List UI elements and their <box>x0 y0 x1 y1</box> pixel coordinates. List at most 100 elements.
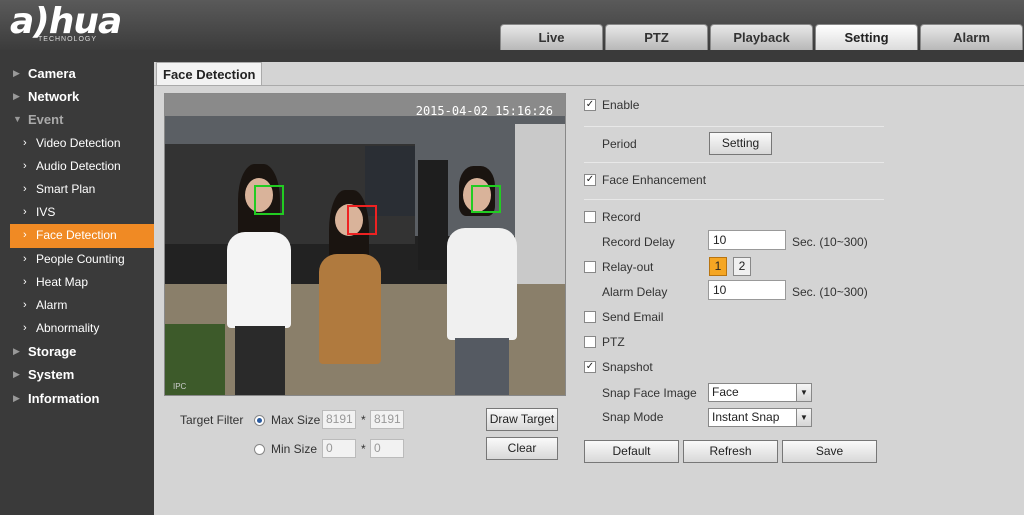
sidebar-subitem-label: People Counting <box>36 251 125 266</box>
refresh-button[interactable]: Refresh <box>683 440 778 463</box>
size-separator: * <box>361 413 366 427</box>
min-size-radio[interactable] <box>254 444 265 455</box>
clear-button[interactable]: Clear <box>486 437 558 460</box>
snap-mode-value: Instant Snap <box>712 410 780 424</box>
snap-face-image-select[interactable]: Face ▼ <box>708 383 812 402</box>
sidebar-item-network[interactable]: ▶ Network <box>0 85 154 108</box>
relay-out-2-button[interactable]: 2 <box>733 257 751 276</box>
snapshot-checkbox[interactable]: ✓ <box>584 361 596 373</box>
sidebar-item-event[interactable]: ▼ Event <box>0 108 154 131</box>
max-size-label: Max Size <box>271 413 321 427</box>
min-size-label: Min Size <box>271 442 318 456</box>
sidebar-subitem-audio-detection[interactable]: › Audio Detection <box>0 155 154 178</box>
face-detection-box <box>347 205 377 235</box>
sidebar-subitem-label: IVS <box>36 205 56 220</box>
chevron-right-icon: › <box>23 252 27 265</box>
face-enhancement-label: Face Enhancement <box>602 173 707 187</box>
chevron-right-icon: › <box>23 136 27 149</box>
sidebar-subitem-face-detection[interactable]: › Face Detection <box>10 224 154 248</box>
caret-right-icon: ▶ <box>13 392 20 403</box>
max-size-radio[interactable] <box>254 415 265 426</box>
sidebar-subitem-label: Video Detection <box>36 135 121 150</box>
chevron-right-icon: › <box>23 159 27 172</box>
dahua-logo: a)hua TECHNOLOGY <box>10 4 122 44</box>
face-detection-box <box>471 185 501 213</box>
sidebar-item-label: System <box>28 367 75 383</box>
face-enhancement-checkbox[interactable]: ✓ <box>584 174 596 186</box>
video-preview[interactable]: 2015-04-02 15:16:26 IPC <box>164 93 566 396</box>
chevron-right-icon: › <box>23 229 27 242</box>
sidebar-subitem-video-detection[interactable]: › Video Detection <box>0 132 154 155</box>
snap-face-image-label: Snap Face Image <box>602 386 697 400</box>
sidebar-subitem-people-counting[interactable]: › People Counting <box>0 248 154 271</box>
record-delay-range: Sec. (10~300) <box>792 235 868 249</box>
max-size-width-input[interactable]: 8191 <box>322 410 356 429</box>
sidebar-item-camera[interactable]: ▶ Camera <box>0 62 154 85</box>
tab-playback[interactable]: Playback <box>710 24 813 50</box>
sidebar-subitem-abnormality[interactable]: › Abnormality <box>0 317 154 340</box>
sidebar-item-label: Storage <box>28 344 77 360</box>
ptz-checkbox[interactable] <box>584 336 596 348</box>
settings-panel: ✓ Enable Period Setting ✓ Face Enhanceme… <box>584 62 1024 515</box>
save-button[interactable]: Save <box>782 440 877 463</box>
record-checkbox[interactable] <box>584 211 596 223</box>
snapshot-label: Snapshot <box>602 360 653 374</box>
chevron-right-icon: › <box>23 182 27 195</box>
max-size-height-input[interactable]: 8191 <box>370 410 404 429</box>
send-email-label: Send Email <box>602 310 664 324</box>
relay-out-checkbox[interactable] <box>584 261 596 273</box>
main-tabs: Live PTZ Playback Setting Alarm <box>500 24 1024 50</box>
enable-checkbox[interactable]: ✓ <box>584 99 596 111</box>
relay-out-1-button[interactable]: 1 <box>709 257 727 276</box>
caret-right-icon: ▶ <box>13 68 20 78</box>
alarm-delay-input[interactable]: 10 <box>708 280 786 300</box>
period-setting-button[interactable]: Setting <box>709 132 772 155</box>
caret-right-icon: ▶ <box>13 91 20 102</box>
draw-target-button[interactable]: Draw Target <box>486 408 558 431</box>
tab-alarm[interactable]: Alarm <box>920 24 1023 50</box>
send-email-checkbox[interactable] <box>584 311 596 323</box>
face-detection-box <box>254 185 284 215</box>
divider <box>584 126 884 127</box>
record-delay-input[interactable]: 10 <box>708 230 786 250</box>
chevron-right-icon: › <box>23 298 27 311</box>
min-size-width-input[interactable]: 0 <box>322 439 356 458</box>
sidebar-subitem-label: Face Detection <box>36 228 117 243</box>
sidebar-subitem-label: Abnormality <box>36 321 100 336</box>
tab-ptz[interactable]: PTZ <box>605 24 708 50</box>
chevron-right-icon: › <box>23 322 27 335</box>
divider <box>584 162 884 163</box>
sidebar-item-system[interactable]: ▶ System <box>0 363 154 386</box>
sidebar-item-label: Camera <box>28 66 76 81</box>
video-overlay-label: IPC <box>173 382 187 391</box>
sidebar-item-label: Network <box>28 89 80 105</box>
size-separator: * <box>361 442 366 456</box>
sidebar-subitem-ivs[interactable]: › IVS <box>0 201 154 224</box>
sidebar-subitem-alarm[interactable]: › Alarm <box>0 294 154 317</box>
sidebar-item-storage[interactable]: ▶ Storage <box>0 340 154 363</box>
snap-mode-select[interactable]: Instant Snap ▼ <box>708 408 812 427</box>
sidebar-subitem-label: Audio Detection <box>36 158 121 173</box>
tab-setting[interactable]: Setting <box>815 24 918 50</box>
snap-face-image-value: Face <box>712 385 739 399</box>
sidebar-subitem-label: Smart Plan <box>36 181 96 196</box>
chevron-right-icon: › <box>23 275 27 288</box>
sidebar-item-information[interactable]: ▶ Information <box>0 387 154 410</box>
sidebar-subitem-smart-plan[interactable]: › Smart Plan <box>0 178 154 201</box>
sidebar-subitem-heat-map[interactable]: › Heat Map <box>0 271 154 294</box>
caret-down-icon: ▼ <box>13 114 22 125</box>
content-panel: Face Detection 2015-04-02 15:16:26 IPC T… <box>154 62 1024 515</box>
snap-mode-label: Snap Mode <box>602 410 664 424</box>
sidebar-subitem-label: Heat Map <box>36 274 89 289</box>
sidebar-item-label: Information <box>28 390 100 406</box>
tab-live[interactable]: Live <box>500 24 603 50</box>
chevron-down-icon: ▼ <box>796 409 811 426</box>
relay-out-label: Relay-out <box>602 260 654 274</box>
page-title: Face Detection <box>156 62 263 86</box>
target-filter-label: Target Filter <box>180 413 244 427</box>
header: a)hua TECHNOLOGY Live PTZ Playback Setti… <box>0 0 1024 50</box>
chevron-right-icon: › <box>23 206 27 219</box>
default-button[interactable]: Default <box>584 440 679 463</box>
min-size-height-input[interactable]: 0 <box>370 439 404 458</box>
caret-right-icon: ▶ <box>13 369 20 380</box>
